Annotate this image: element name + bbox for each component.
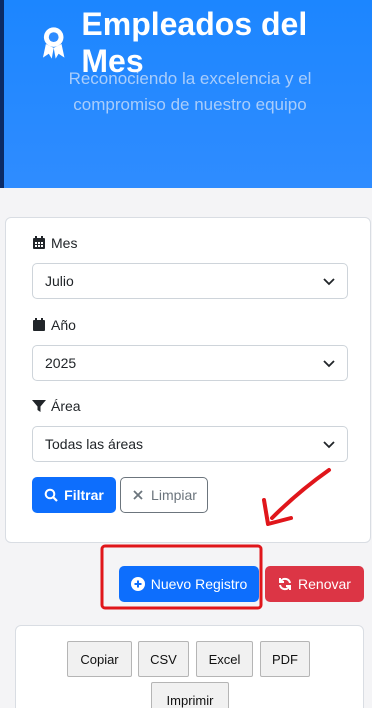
search-icon [44,488,58,502]
close-icon [133,490,143,500]
award-icon [42,27,65,59]
new-record-button[interactable]: Nuevo Registro [119,566,259,602]
month-select[interactable]: Julio [32,263,348,299]
excel-button[interactable]: Excel [196,641,253,677]
calendar-icon [33,318,45,331]
renew-button[interactable]: Renovar [265,566,364,602]
hero-banner: Empleados del Mes Reconociendo la excele… [0,0,372,188]
export-panel: Copiar CSV Excel PDF Imprimir [15,625,364,708]
month-label: Mes [32,235,77,251]
pdf-button[interactable]: PDF [260,641,310,677]
year-label: Año [32,317,76,333]
filter-button[interactable]: Filtrar [32,477,116,513]
chevron-down-icon [323,441,335,449]
year-select[interactable]: 2025 [32,345,348,381]
calendar-days-icon [33,236,45,249]
page-subtitle: Reconociendo la excelencia y el compromi… [68,69,312,114]
filter-icon [32,400,46,412]
chevron-down-icon [323,278,335,286]
filter-panel: Mes Julio Año 2025 Área Todas las áreas … [5,217,371,543]
area-select[interactable]: Todas las áreas [32,426,348,462]
clear-button[interactable]: Limpiar [120,477,208,513]
copy-button[interactable]: Copiar [67,641,132,677]
area-label: Área [32,398,81,414]
csv-button[interactable]: CSV [138,641,189,677]
plus-circle-icon [130,577,145,591]
print-button[interactable]: Imprimir [151,682,229,708]
sync-icon [279,577,292,591]
chevron-down-icon [323,360,335,368]
